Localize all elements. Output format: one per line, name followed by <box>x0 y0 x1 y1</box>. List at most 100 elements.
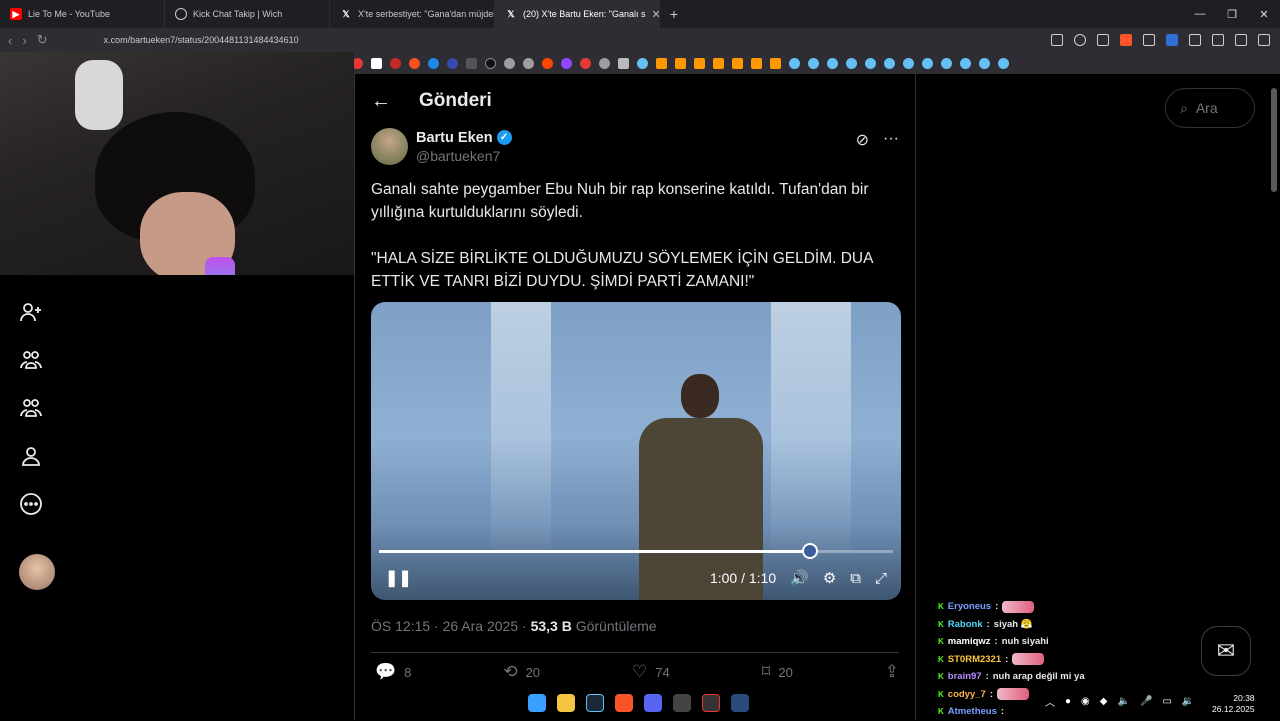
author-avatar[interactable] <box>371 128 408 165</box>
share-icon[interactable] <box>1097 34 1109 46</box>
new-tab-button[interactable]: + <box>660 6 688 22</box>
volume-icon[interactable]: 🔊 <box>790 569 809 587</box>
brave-icon[interactable] <box>615 694 633 712</box>
extension-icon[interactable] <box>1143 34 1155 46</box>
like-button[interactable]: ♡ 74 <box>632 662 670 682</box>
more-options-icon[interactable]: ··· <box>883 130 899 150</box>
scrollbar[interactable] <box>1271 88 1277 192</box>
bookmark-icon[interactable] <box>694 57 705 69</box>
post-video[interactable]: ❚❚ 1:00 / 1:10 🔊 ⚙ ⧉ ⤢ <box>371 302 901 600</box>
bookmark-button[interactable]: ⌑ 20 <box>762 662 793 682</box>
steam-tray-icon[interactable]: ◉ <box>1081 696 1090 707</box>
bookmark-icon[interactable] <box>561 57 572 69</box>
bookmark-icon[interactable] <box>713 57 724 69</box>
sidebar-icon[interactable] <box>1212 34 1224 46</box>
steam-icon[interactable] <box>586 694 604 712</box>
steam-icon[interactable] <box>922 57 933 69</box>
tray-app-icon[interactable]: ● <box>1065 696 1071 707</box>
steam-icon[interactable] <box>827 57 838 69</box>
steam-icon[interactable] <box>789 57 800 69</box>
reload-icon[interactable]: ↻ <box>37 32 48 48</box>
tab-youtube[interactable]: ▶ Lie To Me - YouTube <box>0 0 165 28</box>
bookmark-icon[interactable] <box>732 57 743 69</box>
back-icon[interactable]: ‹ <box>8 33 12 48</box>
repost-button[interactable]: ⟲ 20 <box>503 662 540 682</box>
extension-icon[interactable] <box>1166 34 1178 46</box>
steam-icon[interactable] <box>941 57 952 69</box>
back-arrow-icon[interactable]: ← <box>371 90 391 113</box>
bookmark-icon[interactable] <box>409 57 420 69</box>
search-input[interactable]: ⌕ Ara <box>1165 88 1255 128</box>
video-progress-bar[interactable] <box>379 543 893 559</box>
app-icon[interactable] <box>731 694 749 712</box>
pip-icon[interactable]: ⧉ <box>850 570 861 587</box>
video-progress-knob[interactable] <box>801 543 818 559</box>
profile-icon[interactable] <box>18 444 44 468</box>
bookmark-icon[interactable] <box>371 57 382 69</box>
author-name[interactable]: Bartu Eken <box>416 130 493 146</box>
app-icon[interactable] <box>702 694 720 712</box>
communities-icon[interactable] <box>18 348 44 372</box>
cast-icon[interactable] <box>1051 34 1063 46</box>
app-icon[interactable] <box>673 694 691 712</box>
speaker-icon[interactable]: 🔉 <box>1182 696 1194 707</box>
bookmark-icon[interactable] <box>542 57 553 69</box>
bookmark-icon[interactable] <box>428 57 439 69</box>
media-icon[interactable] <box>1235 34 1247 46</box>
bookmark-icon[interactable] <box>770 57 781 69</box>
steam-icon[interactable] <box>960 57 971 69</box>
bookmark-icon[interactable] <box>751 57 762 69</box>
bookmark-icon[interactable] <box>485 57 496 69</box>
tray-app-icon[interactable]: ◆ <box>1100 696 1108 707</box>
steam-icon[interactable] <box>998 57 1009 69</box>
post-timestamp[interactable]: ÖS 12:15 · 26 Ara 2025 <box>371 618 518 634</box>
bookmark-icon[interactable] <box>447 57 458 69</box>
forward-icon[interactable]: › <box>22 33 26 48</box>
zoom-icon[interactable] <box>1074 34 1086 46</box>
steam-icon[interactable] <box>865 57 876 69</box>
bookmark-icon[interactable] <box>599 57 610 69</box>
bookmark-icon[interactable] <box>504 57 515 69</box>
pause-icon[interactable]: ❚❚ <box>385 568 412 588</box>
mic-icon[interactable]: 🎤 <box>1140 696 1152 707</box>
reply-button[interactable]: 💬 8 <box>375 662 411 682</box>
tab-x-serbestiyet[interactable]: 𝕏 X'te serbestiyet: "Gana'dan müjdeli h <box>330 0 495 28</box>
follow-icon[interactable] <box>18 300 44 324</box>
bookmark-icon[interactable] <box>466 57 477 69</box>
fullscreen-icon[interactable]: ⤢ <box>875 570 887 587</box>
menu-icon[interactable] <box>1258 34 1270 46</box>
chevron-up-icon[interactable]: ︿ <box>1045 694 1055 709</box>
grok-icon[interactable]: ⊘ <box>856 130 869 150</box>
close-tab-icon[interactable]: ✕ <box>651 8 659 21</box>
communities-icon[interactable] <box>18 396 44 420</box>
bookmark-icon[interactable] <box>523 57 534 69</box>
author-name-row[interactable]: Bartu Eken ✓ <box>416 130 512 146</box>
url-field[interactable]: x.com/bartueken7/status/2004481131484434… <box>104 35 299 45</box>
folder-icon[interactable] <box>618 57 629 69</box>
network-icon[interactable]: ▭ <box>1162 696 1171 707</box>
puzzle-icon[interactable] <box>1189 34 1201 46</box>
bookmark-icon[interactable] <box>580 57 591 69</box>
windows-start-icon[interactable] <box>528 694 546 712</box>
bookmark-icon[interactable] <box>656 57 667 69</box>
discord-icon[interactable] <box>644 694 662 712</box>
brave-shield-icon[interactable] <box>1120 34 1132 46</box>
messages-button[interactable]: ✉ <box>1201 626 1251 676</box>
volume-icon[interactable]: 🔈 <box>1117 696 1129 707</box>
steam-icon[interactable] <box>808 57 819 69</box>
tab-x-bartu-eken[interactable]: 𝕏 (20) X'te Bartu Eken: "Ganalı s ✕ <box>495 0 660 28</box>
account-avatar[interactable] <box>19 554 55 590</box>
post-author[interactable]: Bartu Eken ✓ @bartueken7 <box>371 128 512 165</box>
system-clock[interactable]: 20:38 26.12.2025 <box>1212 693 1255 715</box>
steam-icon[interactable] <box>903 57 914 69</box>
steam-icon[interactable] <box>846 57 857 69</box>
close-window-icon[interactable]: ✕ <box>1248 8 1280 21</box>
steam-icon[interactable] <box>884 57 895 69</box>
file-explorer-icon[interactable] <box>557 694 575 712</box>
bookmark-icon[interactable] <box>390 57 401 69</box>
minimize-icon[interactable]: — <box>1184 8 1216 21</box>
restore-icon[interactable]: ❐ <box>1216 8 1248 21</box>
steam-icon[interactable] <box>637 57 648 69</box>
more-icon[interactable] <box>18 492 44 516</box>
bookmark-icon[interactable] <box>675 57 686 69</box>
